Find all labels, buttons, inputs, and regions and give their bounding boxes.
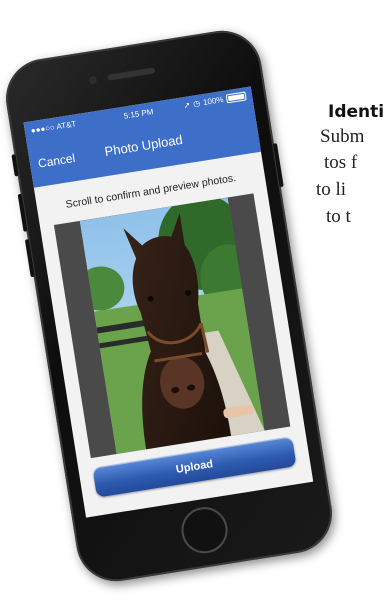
- alarm-icon: ◷: [192, 98, 201, 109]
- horse-photo: [79, 197, 265, 455]
- article-heading: Identi: [328, 102, 385, 122]
- page: Identi Subm tos f to li to t ●●●○○ AT&T …: [0, 0, 388, 614]
- article-line: Subm: [320, 126, 365, 147]
- article-line: to t: [326, 206, 351, 227]
- article-line: tos f: [324, 152, 358, 173]
- photo-preview-frame[interactable]: [53, 193, 291, 459]
- iphone-device: ●●●○○ AT&T 5:15 PM ➚ ◷ 100% Cancel Photo…: [0, 25, 338, 587]
- article-line: to li: [316, 179, 347, 200]
- horse-photo-image: [79, 197, 265, 455]
- location-arrow-icon: ➚: [182, 100, 192, 111]
